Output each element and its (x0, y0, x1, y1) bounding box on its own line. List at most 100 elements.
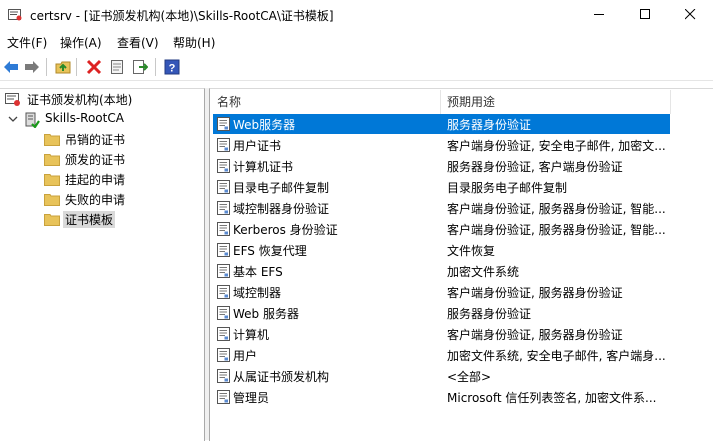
template-purpose: 服务器身份验证 (447, 118, 532, 132)
tree-folder-label: 失败的申请 (65, 193, 126, 207)
console-tree: 证书颁发机构(本地) Skills-RootCA 吊销的证书 颁发的证书 挂起的… (0, 88, 205, 441)
template-name: Web 服务器 (233, 307, 299, 321)
back-arrow-icon (4, 61, 18, 73)
svg-text:?: ? (169, 63, 176, 75)
up-level-button[interactable] (53, 57, 73, 77)
table-row[interactable]: 计算机 客户端身份验证, 服务器身份验证 (213, 324, 670, 344)
toolbar-separator (76, 58, 77, 76)
template-name: 基本 EFS (233, 265, 283, 279)
table-row[interactable]: 用户证书 客户端身份验证, 安全电子邮件, 加密文... (213, 135, 670, 155)
tree-item-pending[interactable]: 挂起的申请 (0, 170, 200, 189)
maximize-button[interactable] (622, 0, 668, 30)
certificate-template-icon (217, 201, 230, 215)
template-purpose: 服务器身份验证, 客户端身份验证 (447, 160, 623, 174)
certsrv-app-icon[interactable] (8, 8, 23, 21)
table-row[interactable]: Web 服务器 服务器身份验证 (213, 303, 670, 323)
certificate-template-icon (217, 138, 230, 152)
certificate-template-icon (217, 264, 230, 278)
table-row[interactable]: 计算机证书 服务器身份验证, 客户端身份验证 (213, 156, 670, 176)
folder-icon (44, 212, 60, 226)
column-divider[interactable] (670, 90, 671, 114)
table-row[interactable]: 用户 加密文件系统, 安全电子邮件, 客户端身... (213, 345, 670, 365)
table-row[interactable]: 管理员 Microsoft 信任列表签名, 加密文件系... (213, 387, 670, 407)
ca-server-icon (24, 112, 40, 131)
template-purpose: 加密文件系统 (447, 265, 520, 279)
table-row[interactable]: 从属证书颁发机构 <全部> (213, 366, 670, 386)
certificate-template-icon (217, 369, 230, 383)
folder-icon (44, 172, 60, 186)
template-name: EFS 恢复代理 (233, 244, 307, 258)
column-header-purpose[interactable]: 预期用途 (447, 93, 495, 115)
table-row[interactable]: 基本 EFS 加密文件系统 (213, 261, 670, 281)
template-purpose: Microsoft 信任列表签名, 加密文件系... (447, 391, 657, 405)
tree-item-templates[interactable]: 证书模板 (0, 210, 200, 229)
template-name: 管理员 (233, 391, 270, 405)
properties-icon (111, 60, 123, 74)
template-purpose: 客户端身份验证, 服务器身份验证 (447, 328, 623, 342)
title-bar: certsrv - [证书颁发机构(本地)\Skills-RootCA\证书模板… (0, 0, 713, 30)
tree-ca-label: Skills-RootCA (45, 111, 124, 125)
template-name: 计算机证书 (233, 160, 294, 174)
table-row[interactable]: Web服务器 服务器身份验证 (213, 114, 670, 134)
column-divider[interactable] (440, 90, 441, 114)
certificate-template-icon (217, 222, 230, 236)
template-purpose: 客户端身份验证, 服务器身份验证 (447, 286, 623, 300)
tree-item-ca[interactable]: Skills-RootCA (0, 110, 200, 129)
tree-item-revoked[interactable]: 吊销的证书 (0, 130, 200, 149)
folder-icon (44, 192, 60, 206)
properties-button[interactable] (107, 57, 127, 77)
up-folder-icon (55, 61, 71, 74)
delete-icon (86, 59, 102, 75)
template-purpose: <全部> (447, 370, 492, 384)
forward-button[interactable] (22, 57, 42, 77)
chevron-down-icon[interactable] (8, 113, 18, 123)
certificate-template-icon (217, 159, 230, 173)
tree-folder-label: 颁发的证书 (65, 153, 126, 167)
template-name: 计算机 (233, 328, 270, 342)
template-name: 域控制器身份验证 (233, 202, 330, 216)
export-icon (133, 60, 148, 74)
template-purpose: 文件恢复 (447, 244, 496, 258)
close-icon (685, 9, 696, 20)
template-name: Kerberos 身份验证 (233, 223, 338, 237)
menu-file[interactable]: 文件(F) (7, 34, 47, 51)
template-name: Web服务器 (233, 118, 296, 132)
minimize-button[interactable] (576, 0, 622, 30)
certificate-template-icon (217, 327, 230, 341)
folder-icon (44, 132, 60, 146)
toolbar: ? (0, 54, 713, 81)
window-title: certsrv - [证书颁发机构(本地)\Skills-RootCA\证书模板… (30, 9, 334, 23)
tree-item-issued[interactable]: 颁发的证书 (0, 150, 200, 169)
template-purpose: 客户端身份验证, 服务器身份验证, 智能... (447, 223, 666, 237)
back-button[interactable] (1, 57, 21, 77)
tree-item-failed[interactable]: 失败的申请 (0, 190, 200, 209)
toolbar-separator (46, 58, 47, 76)
table-row[interactable]: Kerberos 身份验证 客户端身份验证, 服务器身份验证, 智能... (213, 219, 670, 239)
certificate-template-icon (217, 180, 230, 194)
certificate-template-icon (217, 306, 230, 320)
tree-item-root[interactable]: 证书颁发机构(本地) (0, 90, 200, 109)
table-row[interactable]: 域控制器身份验证 客户端身份验证, 服务器身份验证, 智能... (213, 198, 670, 218)
column-header-name[interactable]: 名称 (217, 93, 241, 115)
close-button[interactable] (667, 0, 713, 30)
delete-button[interactable] (84, 57, 104, 77)
certificate-template-icon (217, 348, 230, 362)
table-row[interactable]: 目录电子邮件复制 目录服务电子邮件复制 (213, 177, 670, 197)
template-name: 目录电子邮件复制 (233, 181, 330, 195)
certificate-template-icon (217, 243, 230, 257)
menu-action[interactable]: 操作(A) (60, 34, 102, 51)
tree-folder-label: 挂起的申请 (65, 173, 126, 187)
help-icon: ? (164, 59, 180, 75)
template-purpose: 目录服务电子邮件复制 (447, 181, 568, 195)
export-list-button[interactable] (130, 57, 150, 77)
menu-help[interactable]: 帮助(H) (173, 34, 215, 51)
ca-root-icon (5, 92, 21, 110)
certificate-template-icon (217, 117, 230, 131)
help-button[interactable]: ? (162, 57, 182, 77)
forward-arrow-icon (25, 61, 39, 73)
certificate-template-icon (217, 390, 230, 404)
menu-view[interactable]: 查看(V) (117, 34, 159, 51)
table-row[interactable]: 域控制器 客户端身份验证, 服务器身份验证 (213, 282, 670, 302)
folder-icon (44, 152, 60, 166)
table-row[interactable]: EFS 恢复代理 文件恢复 (213, 240, 670, 260)
